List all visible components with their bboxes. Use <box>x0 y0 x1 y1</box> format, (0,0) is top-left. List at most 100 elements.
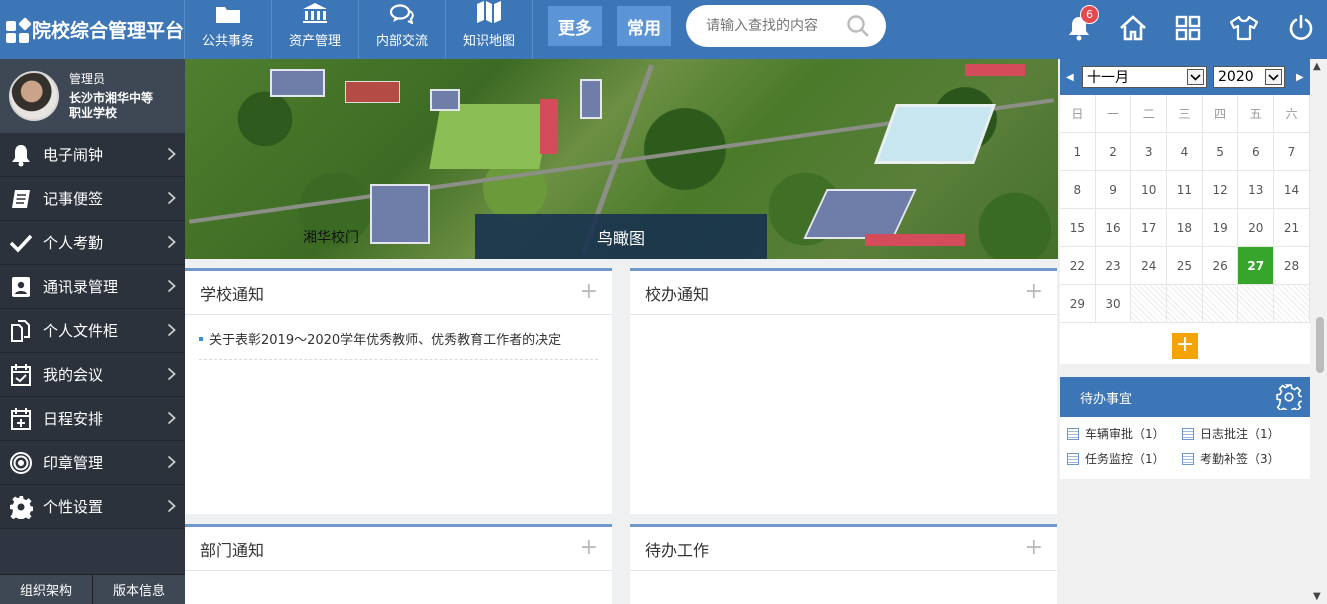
calendar-day-today[interactable]: 27 <box>1238 247 1275 285</box>
add-icon[interactable]: + <box>1025 281 1043 303</box>
calendar-day[interactable]: 6 <box>1238 133 1275 171</box>
nav-item-assets[interactable]: 资产管理 <box>272 0 359 59</box>
calendar-day[interactable]: 21 <box>1274 209 1310 247</box>
version-info-button[interactable]: 版本信息 <box>93 574 185 604</box>
sidebar-item-attendance[interactable]: 个人考勤 <box>0 221 185 265</box>
banner-building <box>803 189 917 239</box>
calendar-day[interactable]: 24 <box>1131 247 1168 285</box>
calendar-day[interactable]: 4 <box>1167 133 1203 171</box>
calendar-day[interactable]: 20 <box>1238 209 1275 247</box>
todo-item[interactable]: 日志批注（1） <box>1182 425 1297 442</box>
sidebar-item-alarm[interactable]: 电子闹钟 <box>0 133 185 177</box>
calendar-day[interactable]: 17 <box>1131 209 1168 247</box>
apps-button[interactable] <box>1168 8 1208 48</box>
scroll-up-icon[interactable]: ▲ <box>1313 61 1321 72</box>
todo-item-label: 任务监控（1） <box>1085 452 1165 466</box>
sidebar-item-settings[interactable]: 个性设置 <box>0 485 185 529</box>
prev-month-icon[interactable]: ◀ <box>1066 72 1074 83</box>
contact-card-icon <box>8 274 34 300</box>
nav-item-knowledge-map[interactable]: 知识地图 <box>446 0 533 59</box>
page-scrollbar[interactable]: ▲ ▼ <box>1310 59 1327 604</box>
nav-item-label: 公共事务 <box>201 34 254 49</box>
search-icon[interactable] <box>846 14 870 38</box>
calendar-day[interactable]: 13 <box>1238 171 1275 209</box>
calendar-day[interactable]: 26 <box>1202 247 1239 285</box>
banner-building <box>270 69 325 97</box>
calendar-day[interactable]: 14 <box>1274 171 1310 209</box>
calendar-day[interactable]: 12 <box>1202 171 1239 209</box>
home-button[interactable] <box>1113 8 1153 48</box>
calendar-day[interactable]: 16 <box>1095 209 1132 247</box>
year-select[interactable]: 2020 <box>1213 66 1285 88</box>
brand[interactable]: 院校综合管理平台 <box>0 0 185 59</box>
campus-banner[interactable]: 湘华校门 鸟瞰图 <box>185 59 1058 259</box>
weekday-header: 六 <box>1274 95 1310 133</box>
add-icon[interactable]: + <box>580 281 598 303</box>
add-icon[interactable]: + <box>580 537 598 559</box>
list-item[interactable]: 关于表彰2019～2020学年优秀教师、优秀教育工作者的决定 <box>199 329 598 360</box>
theme-button[interactable] <box>1224 8 1264 48</box>
calendar-day[interactable]: 7 <box>1274 133 1310 171</box>
gear-icon[interactable] <box>1276 384 1302 410</box>
calendar-empty-cell <box>1238 285 1275 323</box>
add-event-button[interactable]: + <box>1172 333 1198 359</box>
todo-item[interactable]: 考勤补签（3） <box>1182 450 1297 467</box>
todo-panel: 待办事宜 车辆审批（1） 日志批注（1） 任务监控（1） 考勤补签（3） <box>1060 377 1310 479</box>
todo-item[interactable]: 车辆审批（1） <box>1067 425 1182 442</box>
calendar-day[interactable]: 8 <box>1060 171 1096 209</box>
sidebar-item-meetings[interactable]: 我的会议 <box>0 353 185 397</box>
org-structure-button[interactable]: 组织架构 <box>0 574 93 604</box>
sidebar-item-contacts[interactable]: 通讯录管理 <box>0 265 185 309</box>
avatar[interactable] <box>9 71 59 121</box>
nav-item-communication[interactable]: 内部交流 <box>359 0 446 59</box>
common-button[interactable]: 常用 <box>617 6 671 46</box>
next-month-icon[interactable]: ▶ <box>1296 72 1304 83</box>
notification-badge: 6 <box>1080 5 1099 24</box>
sidebar-item-notes[interactable]: 记事便签 <box>0 177 185 221</box>
notice-title[interactable]: 关于表彰2019～2020学年优秀教师、优秀教育工作者的决定 <box>209 329 561 348</box>
calendar-day[interactable]: 22 <box>1060 247 1096 285</box>
sidebar-item-label: 记事便签 <box>43 190 104 208</box>
list-icon <box>1067 427 1079 440</box>
search-input[interactable] <box>706 18 846 34</box>
shirt-icon <box>1229 15 1259 41</box>
todo-item[interactable]: 任务监控（1） <box>1067 450 1182 467</box>
calendar-day[interactable]: 3 <box>1131 133 1168 171</box>
year-value: 2020 <box>1218 69 1254 85</box>
chevron-right-icon <box>167 279 176 293</box>
panel-title: 校办通知 <box>645 284 710 304</box>
sidebar-item-file-cabinet[interactable]: 个人文件柜 <box>0 309 185 353</box>
nav-item-label: 知识地图 <box>462 34 515 49</box>
add-icon[interactable]: + <box>1025 537 1043 559</box>
logout-button[interactable] <box>1281 8 1321 48</box>
calendar-day[interactable]: 29 <box>1060 285 1096 323</box>
pending-work-panel: 待办工作 + <box>630 524 1057 604</box>
calendar-day[interactable]: 11 <box>1167 171 1203 209</box>
scrollbar-thumb[interactable] <box>1316 317 1324 373</box>
calendar-day[interactable]: 23 <box>1095 247 1132 285</box>
calendar-day[interactable]: 10 <box>1131 171 1168 209</box>
more-button[interactable]: 更多 <box>548 6 602 46</box>
calendar-day[interactable]: 1 <box>1060 133 1096 171</box>
calendar-day[interactable]: 5 <box>1202 133 1239 171</box>
chevron-right-icon <box>167 323 176 337</box>
banner-building <box>580 79 602 119</box>
weekday-header: 四 <box>1202 95 1239 133</box>
calendar-day[interactable]: 30 <box>1095 285 1132 323</box>
month-select[interactable]: 十一月 <box>1082 66 1207 88</box>
calendar-day[interactable]: 15 <box>1060 209 1096 247</box>
calendar-day[interactable]: 19 <box>1202 209 1239 247</box>
calendar-day[interactable]: 2 <box>1095 133 1132 171</box>
user-role: 管理员 <box>69 71 106 86</box>
user-card: 管理员 长沙市湘华中等职业学校 <box>0 59 185 133</box>
banner-left-label: 湘华校门 <box>303 230 359 246</box>
sidebar-item-seals[interactable]: 印章管理 <box>0 441 185 485</box>
calendar-day[interactable]: 9 <box>1095 171 1132 209</box>
calendar-day[interactable]: 18 <box>1167 209 1203 247</box>
nav-item-public-affairs[interactable]: 公共事务 <box>185 0 272 59</box>
scroll-down-icon[interactable]: ▼ <box>1313 591 1321 602</box>
sidebar-item-schedule[interactable]: 日程安排 <box>0 397 185 441</box>
calendar-day[interactable]: 28 <box>1274 247 1310 285</box>
calendar-day[interactable]: 25 <box>1167 247 1203 285</box>
panel-header: 校办通知 + <box>630 271 1057 315</box>
